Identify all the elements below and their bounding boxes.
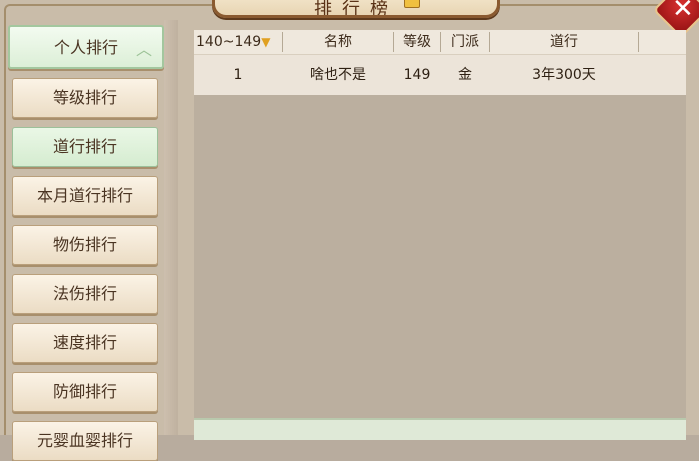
- sidebar-divider: [164, 20, 178, 435]
- sidebar-item-daohang-ranking[interactable]: 道行排行: [12, 127, 158, 167]
- sidebar-item-label: 道行排行: [52, 137, 117, 156]
- sidebar-item-label: 等级排行: [52, 88, 117, 107]
- close-x-icon[interactable]: ✕: [672, 0, 694, 24]
- ranking-table: 140~149▼ 名称 等级 门派 道行 1 啥也不是 149 金 3年300天: [194, 30, 686, 435]
- sidebar-item-personal-ranking[interactable]: 个人排行 ︿: [8, 25, 164, 69]
- sidebar-item-speed-ranking[interactable]: 速度排行: [12, 323, 158, 363]
- table-row[interactable]: 1 啥也不是 149 金 3年300天: [194, 55, 686, 95]
- page-title: 排行榜: [314, 0, 398, 18]
- name-cell: 啥也不是: [310, 67, 366, 83]
- sidebar-item-label: 元婴血婴排行: [36, 431, 133, 450]
- school-cell: 金: [458, 67, 472, 83]
- column-header-level: 等级: [403, 34, 431, 50]
- column-header-daohang: 道行: [550, 34, 578, 50]
- sidebar: 个人排行 ︿ 等级排行 道行排行 本月道行排行 物伤排行 法伤排行 速度排行 防…: [8, 20, 164, 461]
- table-header: 140~149▼ 名称 等级 门派 道行: [194, 30, 686, 55]
- rank-cell: 1: [233, 67, 243, 83]
- daohang-cell: 3年300天: [532, 67, 596, 83]
- sidebar-item-level-ranking[interactable]: 等级排行: [12, 78, 158, 118]
- title-gem-icon: [404, 0, 420, 8]
- column-header-school: 门派: [451, 34, 479, 50]
- title-plaque: 排行榜: [212, 0, 500, 18]
- level-filter-dropdown[interactable]: 140~149▼: [196, 30, 282, 54]
- level-cell: 149: [403, 67, 431, 83]
- sidebar-item-label: 物伤排行: [52, 235, 117, 254]
- sidebar-item-monthly-daohang-ranking[interactable]: 本月道行排行: [12, 176, 158, 216]
- bottom-bar: [194, 418, 686, 440]
- sidebar-item-label: 本月道行排行: [36, 186, 133, 205]
- column-header-name: 名称: [324, 34, 352, 50]
- sidebar-item-label: 个人排行: [53, 38, 118, 57]
- column-divider: [638, 32, 639, 52]
- level-filter-value: 140~149: [196, 34, 262, 50]
- sidebar-item-label: 防御排行: [52, 382, 117, 401]
- sidebar-item-defense-ranking[interactable]: 防御排行: [12, 372, 158, 412]
- chevron-down-icon: ▼: [261, 35, 271, 49]
- chevron-up-icon: ︿: [135, 40, 152, 59]
- sidebar-item-physical-damage-ranking[interactable]: 物伤排行: [12, 225, 158, 265]
- sidebar-item-label: 法伤排行: [52, 284, 117, 303]
- sidebar-item-magic-damage-ranking[interactable]: 法伤排行: [12, 274, 158, 314]
- sidebar-item-label: 速度排行: [52, 333, 117, 352]
- sidebar-item-yuanying-ranking[interactable]: 元婴血婴排行: [12, 421, 158, 461]
